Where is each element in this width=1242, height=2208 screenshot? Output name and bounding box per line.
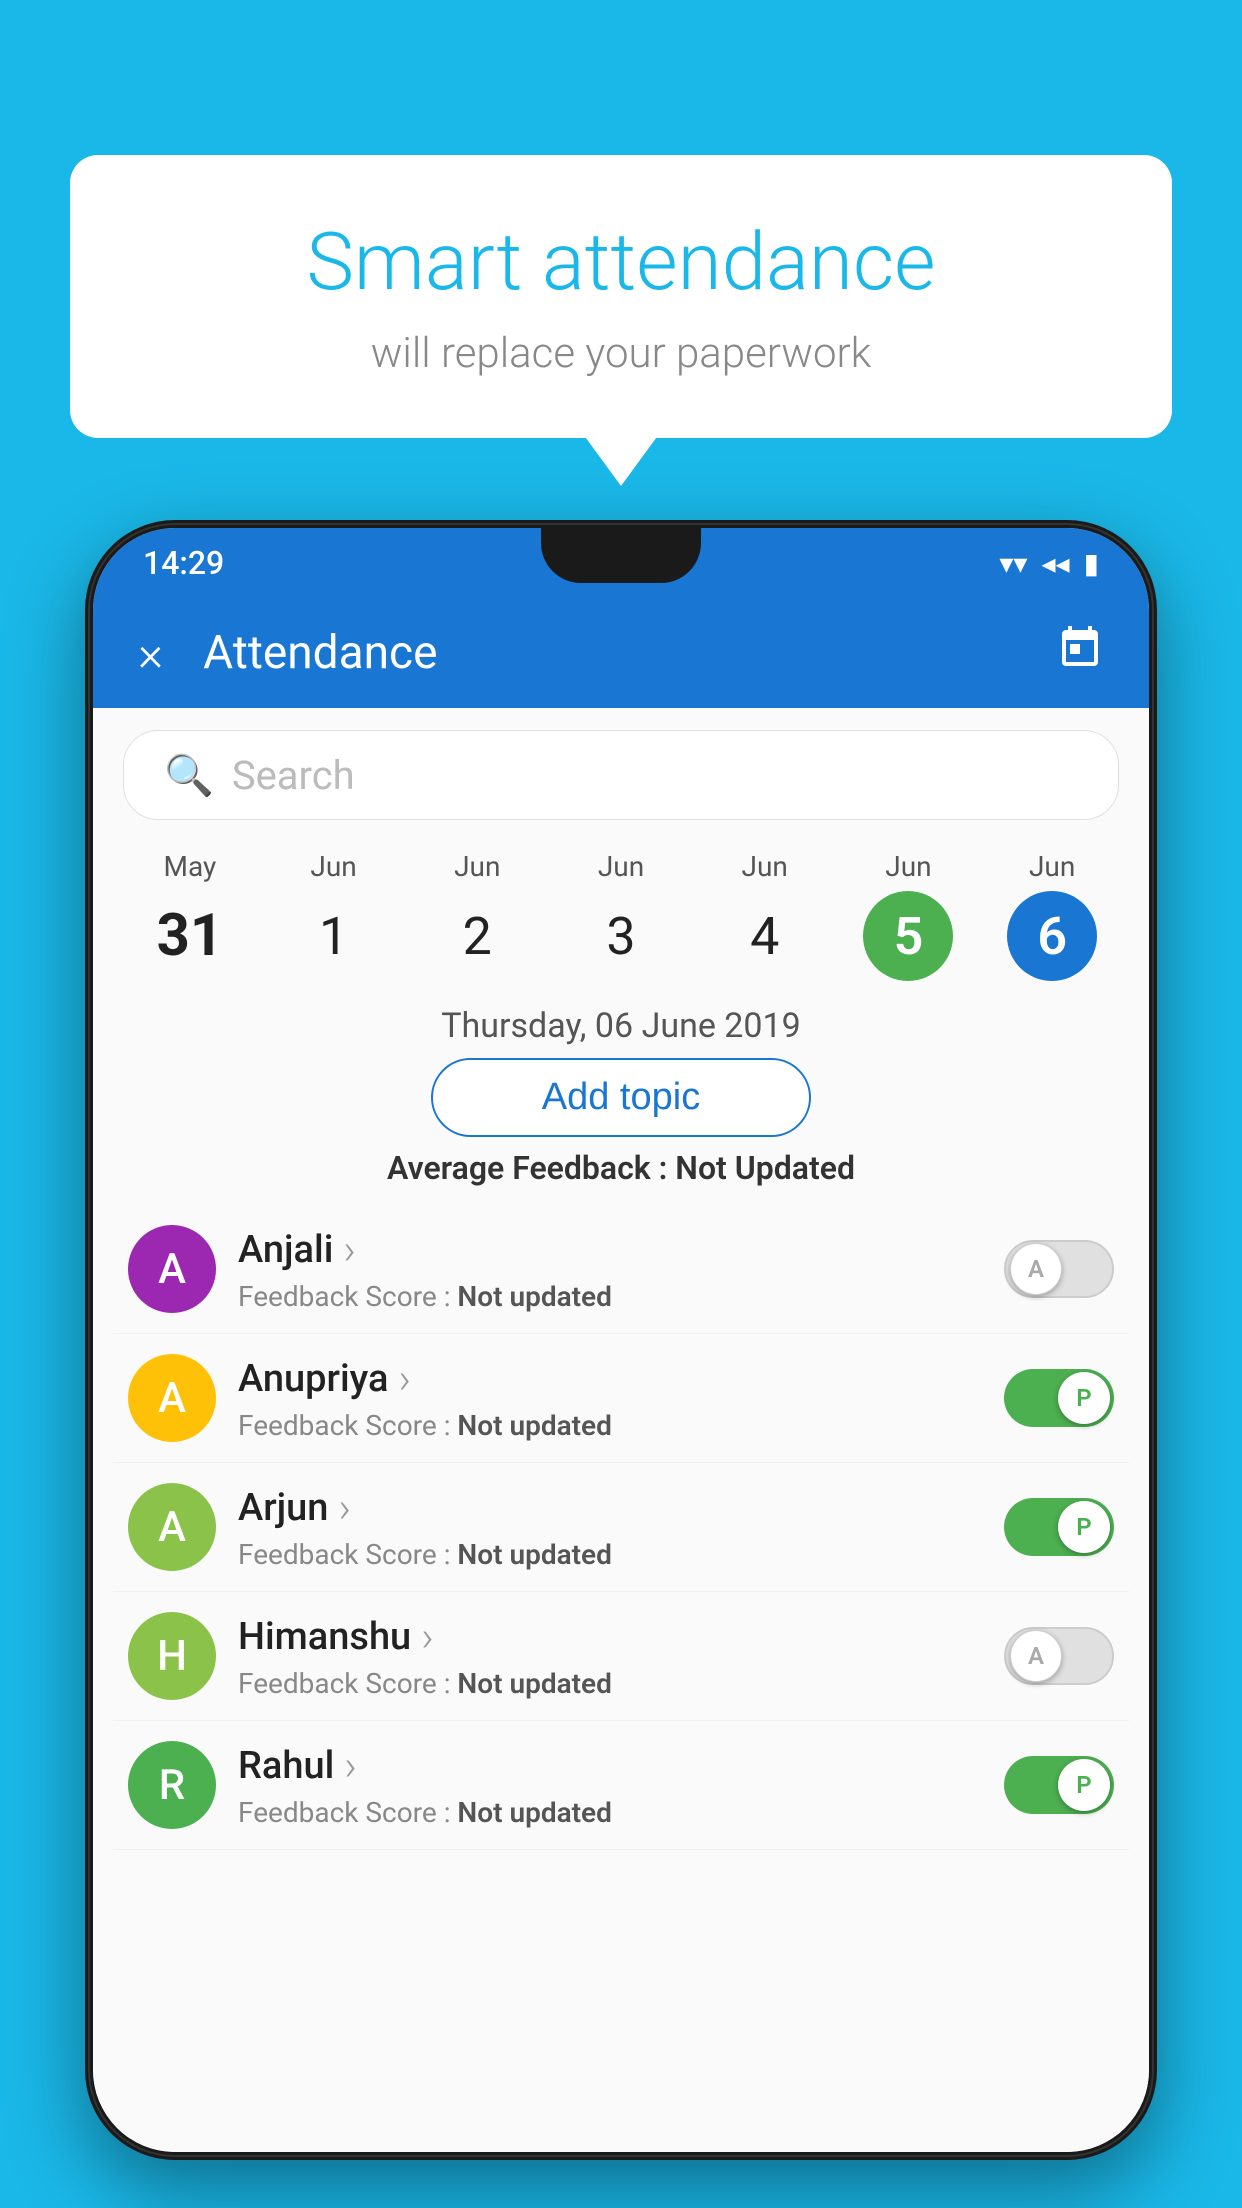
student-toggle-2[interactable]: P: [1004, 1498, 1114, 1556]
search-icon: 🔍: [164, 752, 214, 799]
cal-month-5: Jun: [885, 850, 931, 883]
cal-date-0[interactable]: 31: [145, 891, 235, 981]
speech-bubble: Smart attendance will replace your paper…: [70, 155, 1172, 438]
student-avatar-2: A: [128, 1483, 216, 1571]
calendar-day-4[interactable]: Jun 4: [693, 850, 837, 981]
cal-month-1: Jun: [310, 850, 356, 883]
toggle-knob-1: P: [1058, 1372, 1110, 1424]
student-item-0[interactable]: A Anjali Feedback Score : Not updated A: [113, 1205, 1129, 1334]
close-button[interactable]: ×: [138, 625, 163, 682]
app-content: 🔍 Search May 31 Jun 1 Jun 2 Jun 3 Jun 4 Jun 5 Jun 6 T…: [93, 708, 1149, 2152]
student-avatar-4: R: [128, 1741, 216, 1829]
speech-bubble-container: Smart attendance will replace your paper…: [70, 155, 1172, 438]
cal-month-0: May: [164, 850, 217, 883]
student-item-3[interactable]: H Himanshu Feedback Score : Not updated A: [113, 1592, 1129, 1721]
date-label: Thursday, 06 June 2019: [93, 1006, 1149, 1046]
calendar-day-6[interactable]: Jun 6: [980, 850, 1124, 981]
student-toggle-4[interactable]: P: [1004, 1756, 1114, 1814]
student-info-4: Rahul Feedback Score : Not updated: [238, 1742, 982, 1829]
student-name-3: Himanshu: [238, 1613, 982, 1662]
calendar-day-0[interactable]: May 31: [118, 850, 262, 981]
student-avatar-1: A: [128, 1354, 216, 1442]
student-avatar-3: H: [128, 1612, 216, 1700]
cal-date-5[interactable]: 5: [863, 891, 953, 981]
search-placeholder: Search: [232, 752, 355, 799]
student-name-0: Anjali: [238, 1226, 982, 1275]
cal-month-4: Jun: [742, 850, 788, 883]
add-topic-button[interactable]: Add topic: [431, 1058, 811, 1137]
cal-date-6[interactable]: 6: [1007, 891, 1097, 981]
toggle-knob-3: A: [1010, 1630, 1062, 1682]
cal-month-6: Jun: [1029, 850, 1075, 883]
student-info-2: Arjun Feedback Score : Not updated: [238, 1484, 982, 1571]
avg-feedback-value: Not Updated: [675, 1149, 855, 1187]
cal-date-2[interactable]: 2: [432, 891, 522, 981]
cal-date-4[interactable]: 4: [720, 891, 810, 981]
signal-icon: ◂◂: [1041, 547, 1069, 580]
header-title: Attendance: [203, 626, 1056, 680]
student-info-1: Anupriya Feedback Score : Not updated: [238, 1355, 982, 1442]
bubble-subtitle: will replace your paperwork: [140, 329, 1102, 378]
student-toggle-3[interactable]: A: [1004, 1627, 1114, 1685]
student-info-3: Himanshu Feedback Score : Not updated: [238, 1613, 982, 1700]
student-feedback-3: Feedback Score : Not updated: [238, 1667, 982, 1700]
avg-feedback: Average Feedback : Not Updated: [93, 1149, 1149, 1187]
search-bar[interactable]: 🔍 Search: [123, 730, 1119, 820]
calendar-strip: May 31 Jun 1 Jun 2 Jun 3 Jun 4 Jun 5 Jun 6: [93, 835, 1149, 991]
student-item-1[interactable]: A Anupriya Feedback Score : Not updated P: [113, 1334, 1129, 1463]
cal-month-2: Jun: [454, 850, 500, 883]
bubble-title: Smart attendance: [140, 215, 1102, 309]
phone-frame: 14:29 ▾▾ ◂◂ ▮ × Attendance: [85, 520, 1157, 2160]
student-name-2: Arjun: [238, 1484, 982, 1533]
student-feedback-1: Feedback Score : Not updated: [238, 1409, 982, 1442]
calendar-day-2[interactable]: Jun 2: [405, 850, 549, 981]
status-icons: ▾▾ ◂◂ ▮: [999, 547, 1099, 580]
student-item-2[interactable]: A Arjun Feedback Score : Not updated P: [113, 1463, 1129, 1592]
calendar-day-5[interactable]: Jun 5: [837, 850, 981, 981]
student-feedback-4: Feedback Score : Not updated: [238, 1796, 982, 1829]
student-toggle-0[interactable]: A: [1004, 1240, 1114, 1298]
student-toggle-1[interactable]: P: [1004, 1369, 1114, 1427]
phone-container: 14:29 ▾▾ ◂◂ ▮ × Attendance: [85, 520, 1157, 2208]
avg-feedback-label: Average Feedback :: [387, 1149, 667, 1187]
student-list: AAnjaliFeedback Score : Not updatedAAAnu…: [93, 1205, 1149, 1850]
student-feedback-2: Feedback Score : Not updated: [238, 1538, 982, 1571]
calendar-icon[interactable]: [1056, 624, 1104, 683]
student-info-0: Anjali Feedback Score : Not updated: [238, 1226, 982, 1313]
phone-notch: [541, 528, 701, 583]
student-feedback-0: Feedback Score : Not updated: [238, 1280, 982, 1313]
battery-icon: ▮: [1084, 547, 1099, 580]
phone-screen: 14:29 ▾▾ ◂◂ ▮ × Attendance: [93, 528, 1149, 2152]
wifi-icon: ▾▾: [999, 547, 1027, 580]
status-time: 14:29: [143, 544, 224, 582]
calendar-day-1[interactable]: Jun 1: [262, 850, 406, 981]
student-name-1: Anupriya: [238, 1355, 982, 1404]
student-name-4: Rahul: [238, 1742, 982, 1791]
app-header: × Attendance: [93, 598, 1149, 708]
toggle-knob-2: P: [1058, 1501, 1110, 1553]
cal-month-3: Jun: [598, 850, 644, 883]
calendar-day-3[interactable]: Jun 3: [549, 850, 693, 981]
student-avatar-0: A: [128, 1225, 216, 1313]
toggle-knob-4: P: [1058, 1759, 1110, 1811]
toggle-knob-0: A: [1010, 1243, 1062, 1295]
cal-date-3[interactable]: 3: [576, 891, 666, 981]
student-item-4[interactable]: R Rahul Feedback Score : Not updated P: [113, 1721, 1129, 1850]
cal-date-1[interactable]: 1: [289, 891, 379, 981]
